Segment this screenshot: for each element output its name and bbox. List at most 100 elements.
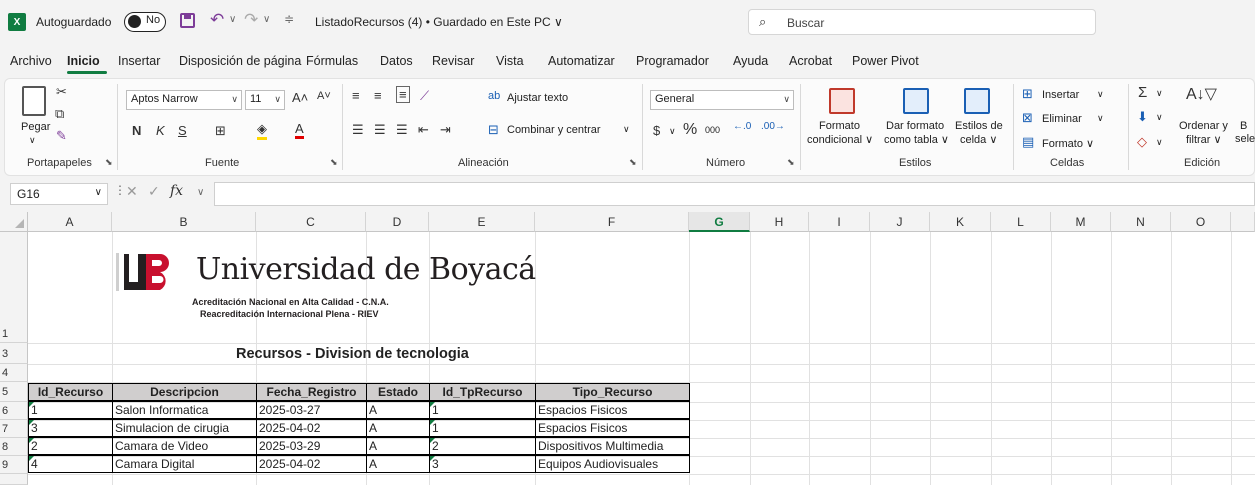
table-cell[interactable]: 1: [429, 401, 536, 419]
font-color-icon[interactable]: A: [295, 121, 304, 139]
alignment-launcher-icon[interactable]: ⬊: [629, 157, 637, 168]
bold-button[interactable]: N: [132, 123, 141, 138]
table-cell[interactable]: Espacios Fisicos: [535, 401, 690, 419]
format-as-table-icon[interactable]: [903, 88, 929, 114]
increase-font-icon[interactable]: A˄: [292, 90, 308, 105]
align-bottom-icon[interactable]: ≡: [396, 86, 410, 103]
align-center-icon[interactable]: ☰: [374, 122, 386, 138]
insert-cells-icon[interactable]: ⊞: [1022, 86, 1033, 102]
thousands-button[interactable]: 000: [705, 125, 720, 135]
column-header-f[interactable]: F: [535, 212, 689, 232]
fill-color-icon[interactable]: ◈: [257, 121, 267, 140]
column-header-j[interactable]: J: [870, 212, 930, 232]
clipboard-launcher-icon[interactable]: ⬊: [105, 157, 113, 168]
align-middle-icon[interactable]: ≡: [374, 88, 382, 103]
table-cell[interactable]: 2: [429, 437, 536, 455]
tab-ayuda[interactable]: Ayuda: [733, 54, 768, 68]
table-cell[interactable]: 2025-03-29: [256, 437, 367, 455]
insert-function-button[interactable]: fx: [170, 183, 183, 199]
tab-archivo[interactable]: Archivo: [10, 54, 52, 68]
orientation-icon[interactable]: ⟋: [420, 88, 429, 104]
table-cell[interactable]: Salon Informatica: [112, 401, 257, 419]
tab-vista[interactable]: Vista: [496, 54, 524, 68]
tab-power-pivot[interactable]: Power Pivot: [852, 54, 919, 68]
table-cell[interactable]: Dispositivos Multimedia: [535, 437, 690, 455]
align-left-icon[interactable]: ☰: [352, 122, 364, 138]
paste-icon[interactable]: [22, 86, 46, 116]
header-fecha-registro[interactable]: Fecha_Registro: [256, 383, 367, 401]
font-size-select[interactable]: 11 ∨: [245, 90, 285, 110]
autosum-icon[interactable]: Σ: [1138, 84, 1147, 101]
sort-filter-icon[interactable]: A↓▽: [1186, 84, 1217, 104]
align-right-icon[interactable]: ☰: [396, 122, 408, 138]
row-header-7[interactable]: 7: [0, 420, 28, 438]
conditional-format-icon[interactable]: [829, 88, 855, 114]
customize-toolbar-icon[interactable]: ≑: [284, 12, 294, 26]
cell-styles-icon[interactable]: [964, 88, 990, 114]
fx-dropdown-icon[interactable]: ∨: [197, 187, 204, 198]
percent-button[interactable]: %: [683, 121, 697, 139]
find-select-label-1[interactable]: B: [1240, 120, 1247, 132]
format-cells-icon[interactable]: ▤: [1022, 134, 1034, 150]
row-header-6[interactable]: 6: [0, 402, 28, 420]
tab-insertar[interactable]: Insertar: [118, 54, 160, 68]
column-header-l[interactable]: L: [991, 212, 1051, 232]
table-cell[interactable]: A: [366, 455, 430, 473]
tab-formulas[interactable]: Fórmulas: [306, 54, 358, 68]
merge-center-button[interactable]: Combinar y centrar: [507, 124, 601, 136]
tab-automatizar[interactable]: Automatizar: [548, 54, 615, 68]
conditional-format-label-1[interactable]: Formato: [819, 120, 860, 132]
format-cells-button[interactable]: Formato ∨: [1042, 137, 1094, 150]
decrease-indent-icon[interactable]: ⇤: [418, 122, 429, 138]
table-cell[interactable]: 2025-03-27: [256, 401, 367, 419]
table-cell[interactable]: Espacios Fisicos: [535, 419, 690, 437]
column-header-d[interactable]: D: [366, 212, 429, 232]
column-header-b[interactable]: B: [112, 212, 256, 232]
insert-dropdown-icon[interactable]: ∨: [1097, 89, 1104, 100]
font-launcher-icon[interactable]: ⬊: [330, 157, 338, 168]
font-name-select[interactable]: Aptos Narrow ∨: [126, 90, 242, 110]
row-header-5[interactable]: 5: [0, 382, 28, 402]
document-title[interactable]: ListadoRecursos (4) • Guardado en Este P…: [315, 15, 563, 29]
decrease-decimal-icon[interactable]: .00→: [761, 121, 785, 132]
column-header-overflow[interactable]: [1231, 212, 1255, 232]
column-header-n[interactable]: N: [1111, 212, 1171, 232]
select-all-corner[interactable]: [0, 212, 28, 232]
column-header-m[interactable]: M: [1051, 212, 1111, 232]
tab-disposicion[interactable]: Disposición de página: [179, 54, 301, 68]
tab-datos[interactable]: Datos: [380, 54, 413, 68]
header-id-tprecurso[interactable]: Id_TpRecurso: [429, 383, 536, 401]
tab-revisar[interactable]: Revisar: [432, 54, 474, 68]
paste-button[interactable]: Pegar: [21, 121, 50, 133]
row-header-3[interactable]: 3: [0, 343, 28, 364]
decrease-font-icon[interactable]: A˅: [317, 90, 331, 102]
table-cell[interactable]: Equipos Audiovisuales: [535, 455, 690, 473]
table-cell[interactable]: 3: [28, 419, 113, 437]
row-header-8[interactable]: 8: [0, 438, 28, 456]
format-painter-icon[interactable]: ✎: [56, 128, 67, 144]
column-header-c[interactable]: C: [256, 212, 366, 232]
table-cell[interactable]: 2025-04-02: [256, 419, 367, 437]
search-input[interactable]: Buscar: [787, 16, 824, 30]
clear-icon[interactable]: ◇: [1137, 134, 1147, 150]
tab-programador[interactable]: Programador: [636, 54, 709, 68]
sort-filter-label-1[interactable]: Ordenar y: [1179, 120, 1228, 132]
row-header-overflow[interactable]: [0, 474, 28, 485]
header-id-recurso[interactable]: Id_Recurso: [28, 383, 113, 401]
row-header-9[interactable]: 9: [0, 456, 28, 474]
header-descripcion[interactable]: Descripcion: [112, 383, 257, 401]
currency-dropdown-icon[interactable]: ∨: [669, 126, 676, 137]
autosum-dropdown-icon[interactable]: ∨: [1156, 88, 1163, 99]
table-cell[interactable]: 1: [28, 401, 113, 419]
italic-button[interactable]: K: [156, 123, 165, 138]
tab-inicio[interactable]: Inicio: [67, 54, 100, 68]
delete-cells-icon[interactable]: ⊠: [1022, 110, 1033, 126]
merge-dropdown-icon[interactable]: ∨: [623, 124, 630, 135]
delete-cells-button[interactable]: Eliminar: [1042, 113, 1082, 125]
table-cell[interactable]: A: [366, 401, 430, 419]
wrap-text-button[interactable]: Ajustar texto: [507, 92, 568, 104]
cut-icon[interactable]: ✂: [56, 84, 67, 100]
table-cell[interactable]: Camara Digital: [112, 455, 257, 473]
undo-dropdown-icon[interactable]: ∨: [229, 14, 236, 25]
cell-styles-label-1[interactable]: Estilos de: [955, 120, 1003, 132]
